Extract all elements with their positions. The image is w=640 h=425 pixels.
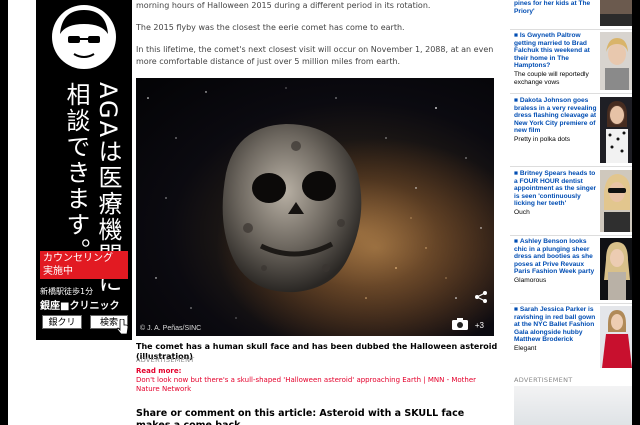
read-more-block: Read more: Don't look now but there's a … — [136, 367, 498, 394]
story-thumbnail[interactable] — [600, 306, 632, 368]
divider — [510, 93, 632, 94]
story-subtitle: Ouch — [514, 208, 530, 216]
sidebar-story[interactable]: pines for her kids at The Priory' — [510, 0, 632, 26]
face-logo-icon — [52, 5, 116, 69]
story-thumbnail[interactable] — [600, 32, 632, 90]
article-body: morning hours of Halloween 2015 during a… — [136, 0, 498, 425]
advertisement-label: ADVERTISEMENT — [514, 376, 573, 384]
article-paragraph: The 2015 flyby was the closest the eerie… — [136, 23, 405, 32]
story-headline[interactable]: Ashley Benson looks chic in a plunging s… — [514, 238, 594, 275]
ongoing-text: 実施中 — [43, 266, 73, 277]
ad-search-field[interactable]: 銀クリ — [42, 315, 82, 329]
story-text[interactable]: ■ Dakota Johnson goes braless in a very … — [514, 97, 598, 144]
read-more-link[interactable]: Don't look now but there's a skull-shape… — [136, 376, 476, 393]
story-subtitle: Glamorous — [514, 276, 547, 284]
story-headline[interactable]: Dakota Johnson goes braless in a very re… — [514, 97, 596, 134]
station-text: 新橋駅徒歩1分 — [40, 287, 94, 296]
camera-icon[interactable] — [452, 318, 468, 330]
sidebar-story[interactable]: ■ Is Gwyneth Paltrow getting married to … — [510, 32, 632, 90]
story-headline[interactable]: Sarah Jessica Parker is ravishing in red… — [514, 306, 595, 343]
share-comment-heading: Share or comment on this article: Astero… — [136, 408, 465, 425]
sidebar-story[interactable]: ■ Ashley Benson looks chic in a plunging… — [510, 238, 632, 300]
story-text[interactable]: ■ Britney Spears heads to a FOUR HOUR de… — [514, 170, 598, 217]
story-subtitle: The couple will reportedly exchange vows — [514, 70, 589, 86]
story-headline[interactable]: Britney Spears heads to a FOUR HOUR dent… — [514, 170, 596, 207]
share-icon[interactable] — [474, 290, 488, 304]
mouse-pointer-icon — [116, 319, 129, 335]
sidebar-story[interactable]: ■ Britney Spears heads to a FOUR HOUR de… — [510, 170, 632, 232]
sidebar-advertisement[interactable] — [514, 386, 632, 425]
read-more-label: Read more: — [136, 367, 182, 375]
photo-credit: © J. A. Peñas/SINC — [140, 325, 202, 332]
sidebar-stories: pines for her kids at The Priory' ■ Is G… — [510, 0, 632, 425]
article-paragraph: In this lifetime, the comet's next close… — [136, 45, 494, 66]
story-thumbnail[interactable] — [600, 238, 632, 300]
story-headline[interactable]: pines for her kids at The Priory' — [514, 0, 590, 15]
ad-slogan-line-2: 相談できます。 — [62, 82, 90, 264]
divider — [510, 303, 632, 304]
story-subtitle: Pretty in polka dots — [514, 135, 571, 143]
divider — [510, 166, 632, 167]
story-headline[interactable]: Is Gwyneth Paltrow getting married to Br… — [514, 32, 590, 69]
divider — [510, 235, 632, 236]
asteroid-illustration — [147, 87, 494, 336]
counseling-text: カウンセリング — [43, 253, 113, 264]
sidebar-story[interactable]: ■ Sarah Jessica Parker is ravishing in r… — [510, 306, 632, 368]
story-thumbnail[interactable] — [600, 0, 632, 26]
gallery-count[interactable]: +3 — [475, 321, 484, 330]
skull-asteroid-image[interactable]: +3 © J. A. Peñas/SINC — [136, 78, 494, 336]
story-text[interactable]: ■ Is Gwyneth Paltrow getting married to … — [514, 32, 598, 86]
page: AGAは医療機関に 相談できます。 カウンセリング 実施中 新橋駅徒歩1分 銀座… — [8, 0, 632, 425]
article-paragraph: morning hours of Halloween 2015 during a… — [136, 1, 431, 10]
advertisement-label: ADVERTISEMENT — [136, 356, 195, 364]
aga-advertisement[interactable]: AGAは医療機関に 相談できます。 カウンセリング 実施中 新橋駅徒歩1分 銀座… — [36, 0, 132, 340]
story-text[interactable]: ■ Sarah Jessica Parker is ravishing in r… — [514, 306, 598, 353]
sidebar-story[interactable]: ■ Dakota Johnson goes braless in a very … — [510, 97, 632, 163]
story-thumbnail[interactable] — [600, 170, 632, 232]
clinic-name: 銀座■クリニック — [40, 301, 120, 312]
story-text[interactable]: pines for her kids at The Priory' — [514, 0, 598, 15]
divider — [510, 29, 632, 30]
counseling-badge: カウンセリング 実施中 — [40, 251, 128, 279]
story-thumbnail[interactable] — [600, 97, 632, 163]
story-text[interactable]: ■ Ashley Benson looks chic in a plunging… — [514, 238, 598, 285]
story-subtitle: Elegant — [514, 344, 537, 352]
